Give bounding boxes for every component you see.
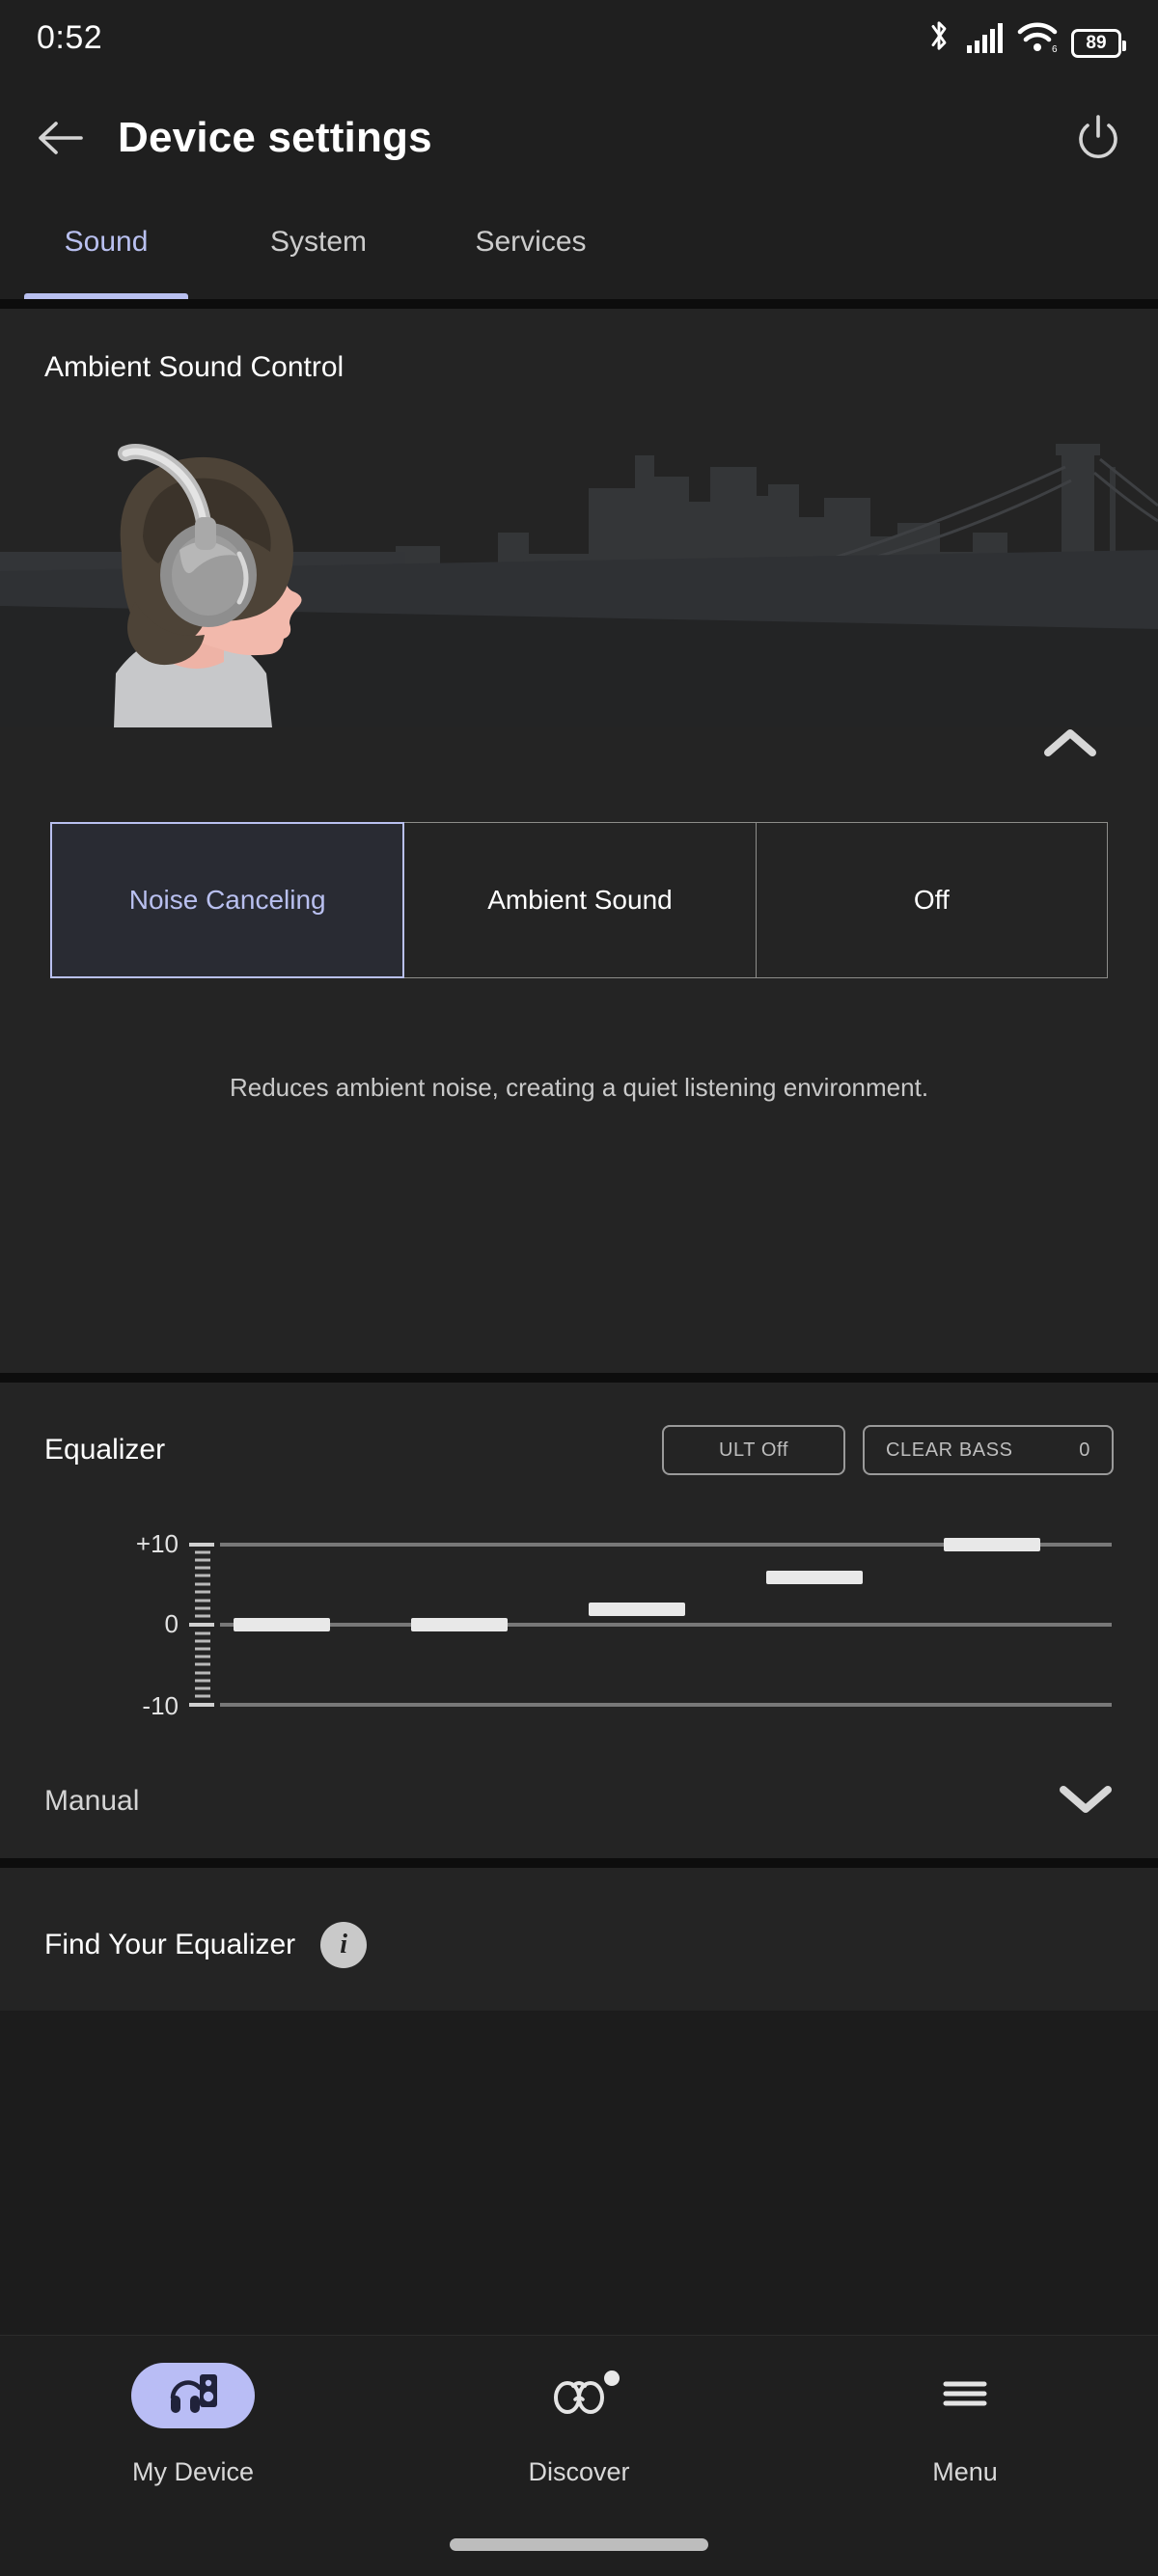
nav-pill-discover bbox=[517, 2363, 641, 2428]
tab-bar: Sound System Services bbox=[0, 201, 1158, 299]
headphones-device-icon bbox=[167, 2370, 219, 2422]
mode-ambient-sound[interactable]: Ambient Sound bbox=[404, 822, 757, 978]
battery-percent-label: 89 bbox=[1086, 32, 1107, 53]
eq-ytick-plus10: +10 bbox=[136, 1529, 179, 1558]
nav-label-discover: Discover bbox=[528, 2457, 630, 2486]
ambient-sound-control-title: Ambient Sound Control bbox=[44, 351, 345, 383]
hamburger-menu-icon bbox=[941, 2374, 989, 2418]
status-time: 0:52 bbox=[37, 18, 103, 56]
discover-badge-dot bbox=[604, 2370, 620, 2386]
tab-system[interactable]: System bbox=[212, 201, 425, 299]
ambient-sound-illustration bbox=[0, 409, 1158, 727]
nav-item-discover[interactable]: Discover bbox=[386, 2363, 772, 2487]
ambient-collapse-row bbox=[0, 727, 1158, 795]
equalizer-preset-label: Manual bbox=[44, 1785, 140, 1817]
tab-system-label: System bbox=[269, 226, 368, 258]
eq-band-3-handle bbox=[589, 1603, 685, 1616]
ambient-mode-description: Reduces ambient noise, creating a quiet … bbox=[229, 1073, 929, 1102]
find-your-equalizer-row: Find Your Equalizer i bbox=[0, 1868, 1158, 1968]
equalizer-preset-row[interactable]: Manual bbox=[0, 1744, 1158, 1858]
cellular-signal-icon bbox=[967, 22, 1004, 58]
nav-pill-menu bbox=[903, 2363, 1027, 2428]
equalizer-title: Equalizer bbox=[44, 1434, 166, 1466]
wifi-icon: 6 bbox=[1017, 21, 1058, 58]
tab-services[interactable]: Services bbox=[425, 201, 637, 299]
eq-band-1-handle bbox=[234, 1618, 330, 1631]
back-arrow-icon[interactable] bbox=[35, 118, 85, 158]
status-bar: 0:52 6 89 bbox=[0, 0, 1158, 75]
ambient-sound-control-card: Ambient Sound Control Noise Canceling Am… bbox=[0, 309, 1158, 1373]
bottom-navigation-bar: My Device Discover Menu bbox=[0, 2335, 1158, 2576]
eq-ytick-zero: 0 bbox=[165, 1609, 179, 1638]
ambient-mode-segmented-control: Noise Canceling Ambient Sound Off bbox=[50, 822, 1108, 978]
info-icon[interactable]: i bbox=[320, 1922, 368, 1968]
app-bar: Device settings bbox=[0, 75, 1158, 201]
find-your-equalizer-card[interactable]: Find Your Equalizer i bbox=[0, 1868, 1158, 2011]
mode-ambient-sound-label: Ambient Sound bbox=[487, 885, 673, 915]
mode-noise-canceling[interactable]: Noise Canceling bbox=[50, 822, 405, 978]
nav-item-my-device[interactable]: My Device bbox=[0, 2363, 386, 2487]
section-divider-2 bbox=[0, 1373, 1158, 1383]
tab-sound[interactable]: Sound bbox=[0, 201, 212, 299]
equalizer-chips: ULT Off CLEAR BASS 0 bbox=[662, 1425, 1114, 1475]
ult-chip[interactable]: ULT Off bbox=[662, 1425, 845, 1475]
ult-chip-label: ULT Off bbox=[718, 1439, 788, 1461]
status-icons: 6 89 bbox=[924, 18, 1126, 58]
equalizer-graph[interactable]: +10 0 -10 bbox=[0, 1512, 1158, 1719]
nav-label-menu: Menu bbox=[932, 2457, 998, 2486]
section-divider bbox=[0, 299, 1158, 309]
eq-band-handles bbox=[234, 1538, 1040, 1631]
page-title: Device settings bbox=[118, 114, 432, 161]
home-indicator[interactable] bbox=[450, 2538, 708, 2551]
section-divider-3 bbox=[0, 1858, 1158, 1868]
tab-sound-label: Sound bbox=[64, 226, 149, 258]
mode-noise-canceling-label: Noise Canceling bbox=[128, 885, 326, 915]
eq-ytick-minus10: -10 bbox=[142, 1691, 179, 1719]
tab-services-label: Services bbox=[475, 226, 587, 258]
equalizer-card: Equalizer ULT Off CLEAR BASS 0 +10 0 -10 bbox=[0, 1383, 1158, 1858]
clear-bass-chip-value: 0 bbox=[1079, 1439, 1090, 1461]
battery-icon: 89 bbox=[1071, 28, 1126, 58]
equalizer-header: Equalizer ULT Off CLEAR BASS 0 bbox=[0, 1383, 1158, 1475]
nav-pill-my-device bbox=[131, 2363, 255, 2428]
eq-band-4-handle bbox=[766, 1571, 863, 1584]
clear-bass-chip[interactable]: CLEAR BASS 0 bbox=[863, 1425, 1114, 1475]
power-icon[interactable] bbox=[1073, 113, 1123, 163]
eq-band-5-handle bbox=[944, 1538, 1040, 1551]
eq-band-2-handle bbox=[411, 1618, 508, 1631]
binoculars-icon bbox=[552, 2372, 606, 2420]
clear-bass-chip-label: CLEAR BASS bbox=[886, 1439, 1013, 1461]
svg-text:6: 6 bbox=[1052, 44, 1058, 53]
mode-off-label: Off bbox=[913, 885, 950, 915]
mode-off[interactable]: Off bbox=[756, 822, 1108, 978]
nav-item-menu[interactable]: Menu bbox=[772, 2363, 1158, 2487]
chevron-down-icon[interactable] bbox=[1058, 1780, 1114, 1823]
nav-label-my-device: My Device bbox=[131, 2457, 255, 2486]
find-your-equalizer-title: Find Your Equalizer bbox=[44, 1929, 296, 1960]
chevron-up-icon[interactable] bbox=[1042, 724, 1098, 767]
bluetooth-icon bbox=[924, 18, 953, 58]
